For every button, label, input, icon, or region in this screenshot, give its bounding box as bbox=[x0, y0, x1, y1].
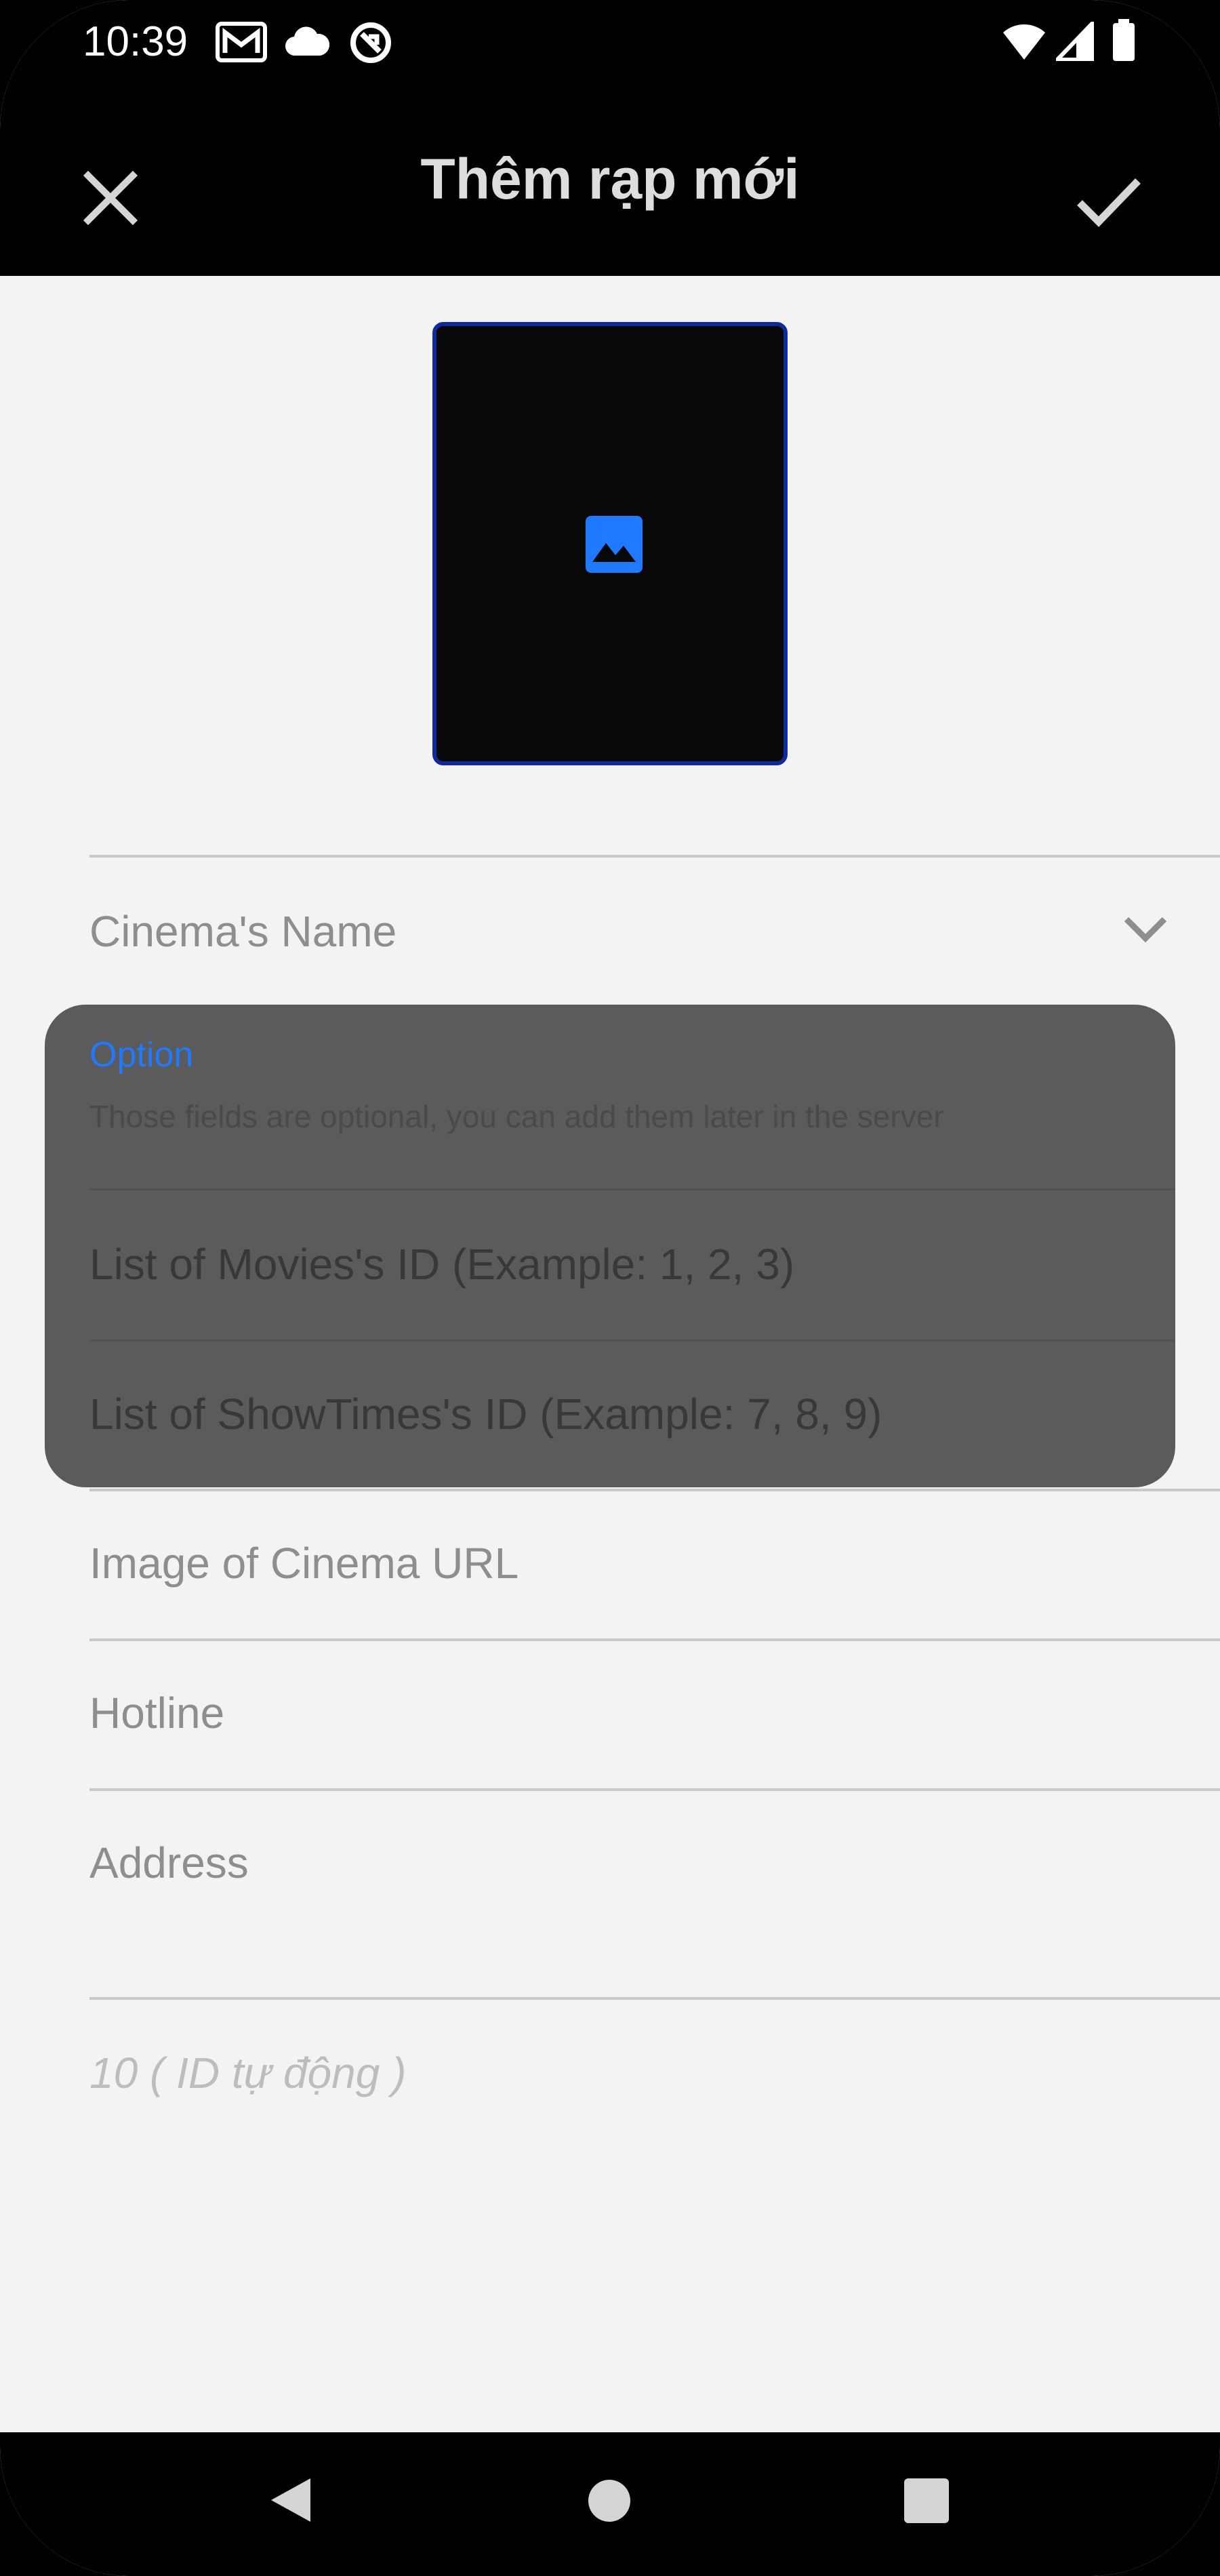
back-icon[interactable] bbox=[267, 2476, 314, 2524]
option-panel: Option Those fields are optional, you ca… bbox=[45, 1005, 1175, 1487]
page-title: Thêm rạp mới bbox=[420, 147, 800, 211]
cinema-name-divider bbox=[89, 855, 1220, 858]
app-bar: Thêm rạp mới bbox=[0, 83, 1220, 276]
cinema-name-field[interactable]: Cinema's Name bbox=[89, 904, 396, 959]
option-title: Option bbox=[89, 1035, 194, 1074]
address-field[interactable]: Address bbox=[89, 1836, 249, 1890]
showtimes-id-field[interactable]: List of ShowTimes's ID (Example: 7, 8, 9… bbox=[89, 1387, 882, 1441]
signal-icon bbox=[1056, 22, 1094, 61]
auto-id-divider bbox=[89, 1997, 1220, 2000]
battery-icon bbox=[1113, 19, 1135, 61]
image-url-divider bbox=[89, 1489, 1220, 1491]
sync-icon bbox=[350, 22, 391, 63]
navigation-bar bbox=[0, 2432, 1220, 2576]
image-url-field[interactable]: Image of Cinema URL bbox=[89, 1536, 518, 1590]
cinema-image-picker[interactable] bbox=[432, 322, 788, 765]
address-divider bbox=[89, 1788, 1220, 1791]
image-icon bbox=[586, 516, 643, 573]
movies-id-field[interactable]: List of Movies's ID (Example: 1, 2, 3) bbox=[89, 1237, 794, 1291]
status-bar: 10:39 bbox=[0, 0, 1220, 83]
auto-id-text: 10 ( ID tự động ) bbox=[89, 2049, 407, 2097]
check-icon bbox=[1077, 178, 1141, 227]
option-description: Those fields are optional, you can add t… bbox=[89, 1099, 944, 1134]
hotline-field[interactable]: Hotline bbox=[89, 1686, 224, 1740]
status-time: 10:39 bbox=[83, 18, 188, 65]
option-divider bbox=[89, 1188, 1175, 1190]
phone-screen: 10:39 Thêm rạp mới Cinema's Name Option … bbox=[0, 0, 1220, 2576]
movies-id-divider bbox=[89, 1340, 1175, 1342]
hotline-divider bbox=[89, 1638, 1220, 1641]
chevron-down-icon[interactable] bbox=[1118, 908, 1173, 949]
gmail-icon bbox=[216, 22, 267, 62]
confirm-button[interactable] bbox=[1068, 161, 1149, 235]
cloud-icon bbox=[285, 26, 329, 56]
recents-icon[interactable] bbox=[904, 2478, 949, 2523]
wifi-icon bbox=[1003, 24, 1045, 60]
home-icon[interactable] bbox=[587, 2478, 632, 2523]
